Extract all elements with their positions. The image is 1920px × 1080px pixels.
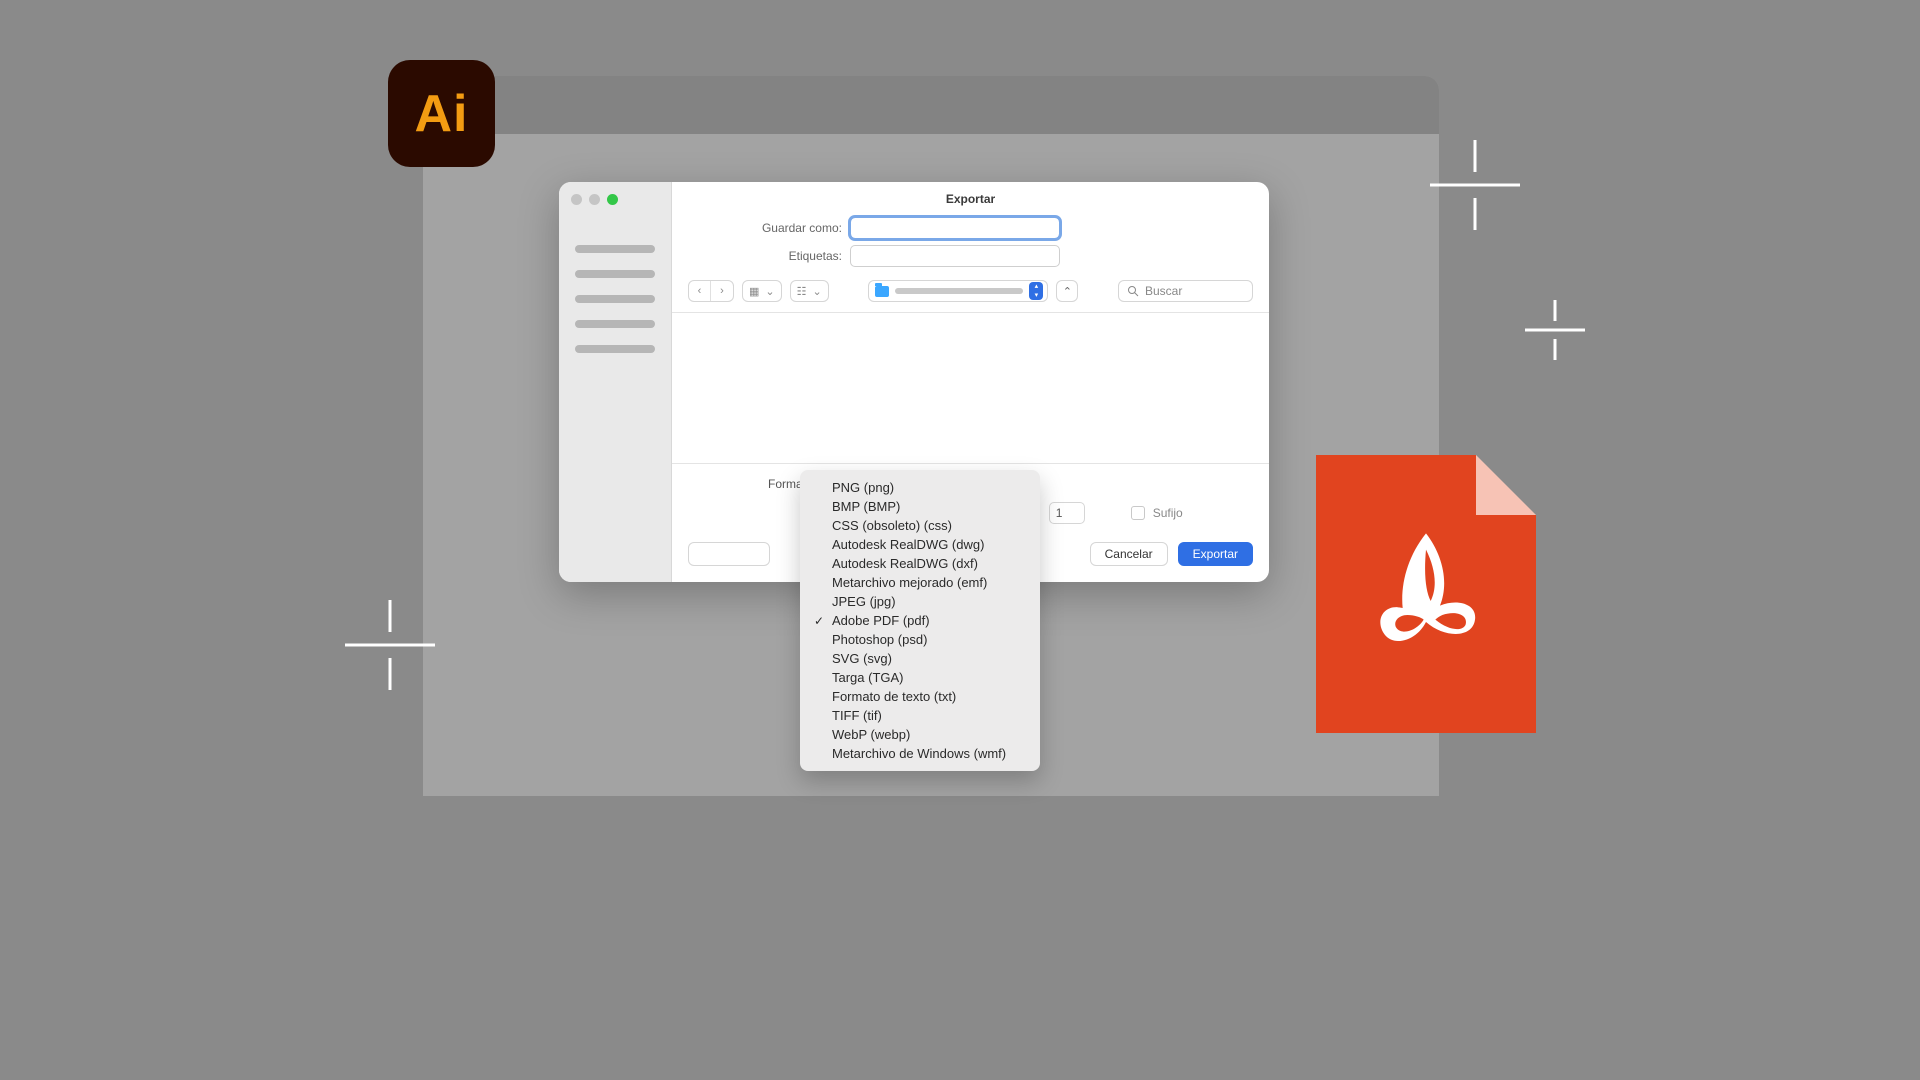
format-option-label: SVG (svg)	[832, 651, 892, 666]
view-mode-grid[interactable]: ▦ ⌄	[742, 280, 782, 302]
format-dropdown-menu[interactable]: PNG (png) BMP (BMP) CSS (obsoleto) (css) Au…	[800, 470, 1040, 771]
dialog-title: Exportar	[672, 182, 1269, 214]
format-option-label: Metarchivo mejorado (emf)	[832, 575, 987, 590]
format-option[interactable]: WebP (webp)	[800, 725, 1040, 744]
sidebar-placeholder-item	[575, 345, 655, 353]
format-option-label: Autodesk RealDWG (dxf)	[832, 556, 978, 571]
export-button[interactable]: Exportar	[1178, 542, 1253, 566]
grid-icon: ▦	[749, 285, 759, 298]
format-option[interactable]: Photoshop (psd)	[800, 630, 1040, 649]
format-option[interactable]: Metarchivo mejorado (emf)	[800, 573, 1040, 592]
format-option[interactable]: JPEG (jpg)	[800, 592, 1040, 611]
crosshair-decoration	[1525, 300, 1585, 360]
pdf-file-fold	[1476, 455, 1536, 515]
file-browser-toolbar: ‹ › ▦ ⌄ ☷ ⌄ ▴▾ ⌃	[672, 280, 1269, 312]
suffix-label: Sufijo	[1153, 506, 1183, 520]
search-input[interactable]: Buscar	[1118, 280, 1253, 302]
format-option[interactable]: SVG (svg)	[800, 649, 1040, 668]
format-option-label: Autodesk RealDWG (dwg)	[832, 537, 984, 552]
chevron-down-icon: ⌄	[813, 285, 822, 298]
format-option[interactable]: Formato de texto (txt)	[800, 687, 1040, 706]
format-option-label: JPEG (jpg)	[832, 594, 896, 609]
new-folder-button[interactable]	[688, 542, 770, 566]
location-dropdown[interactable]: ▴▾	[868, 280, 1048, 302]
file-list-area[interactable]	[672, 313, 1269, 463]
nav-forward-icon[interactable]: ›	[711, 281, 733, 301]
crosshair-decoration	[1430, 140, 1520, 230]
suffix-checkbox[interactable]	[1131, 506, 1145, 520]
folder-icon	[875, 286, 889, 297]
crosshair-decoration	[345, 600, 435, 690]
go-up-button[interactable]: ⌃	[1056, 280, 1078, 302]
illustrator-logo-text: Ai	[415, 84, 469, 144]
location-stepper[interactable]: ▴▾	[1029, 282, 1043, 300]
window-traffic-lights[interactable]	[559, 194, 671, 245]
format-option[interactable]: BMP (BMP)	[800, 497, 1040, 516]
sidebar-placeholder-item	[575, 270, 655, 278]
format-option-label: Targa (TGA)	[832, 670, 904, 685]
sidebar-placeholder-item	[575, 320, 655, 328]
illustrator-app-icon: Ai	[388, 60, 495, 167]
pdf-file-icon	[1316, 455, 1536, 733]
background-titlebar	[423, 76, 1439, 134]
tags-input[interactable]	[850, 245, 1060, 267]
format-option-label: Formato de texto (txt)	[832, 689, 956, 704]
group-by-dropdown[interactable]: ☷ ⌄	[790, 280, 829, 302]
location-name-placeholder	[895, 288, 1023, 294]
format-option-label: WebP (webp)	[832, 727, 910, 742]
range-input[interactable]	[1049, 502, 1085, 524]
format-option-label: TIFF (tif)	[832, 708, 882, 723]
format-option-label: CSS (obsoleto) (css)	[832, 518, 952, 533]
chevron-down-icon: ⌄	[765, 285, 774, 298]
format-option[interactable]: PNG (png)	[800, 478, 1040, 497]
list-icon: ☷	[797, 285, 807, 298]
format-option-label: PNG (png)	[832, 480, 894, 495]
nav-back-icon[interactable]: ‹	[689, 281, 711, 301]
format-option-label: Photoshop (psd)	[832, 632, 927, 647]
acrobat-logo-icon	[1366, 524, 1486, 664]
sidebar-placeholder-item	[575, 295, 655, 303]
format-option-label: Adobe PDF (pdf)	[832, 613, 930, 628]
maximize-window-icon[interactable]	[607, 194, 618, 205]
save-as-label: Guardar como:	[672, 221, 842, 235]
close-window-icon[interactable]	[571, 194, 582, 205]
minimize-window-icon[interactable]	[589, 194, 600, 205]
format-option[interactable]: CSS (obsoleto) (css)	[800, 516, 1040, 535]
save-as-input[interactable]	[850, 217, 1060, 239]
format-option-label: Metarchivo de Windows (wmf)	[832, 746, 1006, 761]
nav-back-forward[interactable]: ‹ ›	[688, 280, 734, 302]
format-option[interactable]: TIFF (tif)	[800, 706, 1040, 725]
search-placeholder: Buscar	[1145, 284, 1182, 298]
chevron-up-icon: ⌃	[1063, 285, 1072, 298]
tags-label: Etiquetas:	[672, 249, 842, 263]
format-option[interactable]: Targa (TGA)	[800, 668, 1040, 687]
format-label: Format	[688, 477, 806, 491]
format-option[interactable]: ✓ Adobe PDF (pdf)	[800, 611, 1040, 630]
sidebar-placeholder-item	[575, 245, 655, 253]
dialog-sidebar	[559, 182, 672, 582]
format-option[interactable]: Autodesk RealDWG (dwg)	[800, 535, 1040, 554]
check-icon: ✓	[814, 614, 826, 628]
format-option-label: BMP (BMP)	[832, 499, 900, 514]
format-option[interactable]: Metarchivo de Windows (wmf)	[800, 744, 1040, 763]
search-icon	[1127, 285, 1139, 297]
format-option[interactable]: Autodesk RealDWG (dxf)	[800, 554, 1040, 573]
cancel-button[interactable]: Cancelar	[1090, 542, 1168, 566]
